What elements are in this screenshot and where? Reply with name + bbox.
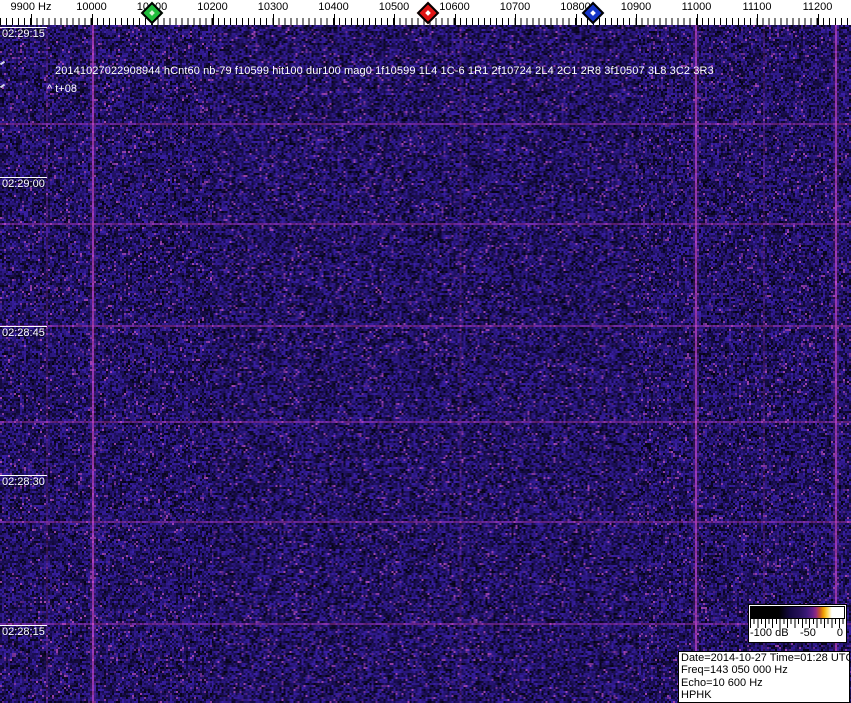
colorbar-gradient — [750, 606, 845, 619]
time-tick-label: 02:29:15 — [2, 28, 45, 40]
freq-tick-label: 10000 — [76, 1, 107, 13]
freq-major-tick — [455, 14, 456, 25]
marker-red-center — [425, 10, 431, 16]
time-offset-note: ^ t+08 — [47, 83, 77, 95]
colorbar-label-min: -100 dB — [750, 627, 789, 639]
info-date-time: Date=2014-10-27 Time=01:28 UTC — [681, 652, 847, 664]
freq-major-tick — [515, 14, 516, 25]
freq-major-tick — [818, 14, 819, 25]
info-frequency: Freq=143 050 000 Hz — [681, 664, 847, 676]
freq-tick-label: 10700 — [500, 1, 531, 13]
freq-tick-label: 11000 — [682, 1, 712, 13]
freq-tick-label: 10300 — [258, 1, 289, 13]
freq-major-tick — [576, 14, 577, 25]
colorbar-label-mid: -50 — [800, 627, 816, 639]
freq-tick-label: 10900 — [621, 1, 652, 13]
freq-major-tick — [636, 14, 637, 25]
freq-major-tick — [757, 14, 758, 25]
colorbar-legend: -100 dB -50 0 — [748, 604, 847, 643]
freq-tick-label: 10400 — [318, 1, 349, 13]
colorbar-labels: -100 dB -50 0 — [749, 628, 846, 640]
info-echo: Echo=10 600 Hz — [681, 677, 847, 689]
freq-major-tick — [31, 14, 32, 25]
status-info-box: Date=2014-10-27 Time=01:28 UTC Freq=143 … — [678, 651, 850, 703]
time-tick-label: 02:28:45 — [2, 327, 45, 339]
time-tick-label: 02:28:15 — [2, 626, 45, 638]
frequency-ruler[interactable]: 9900 Hz100001010010200103001040010500106… — [0, 0, 851, 25]
freq-major-tick — [92, 14, 93, 25]
freq-major-tick — [213, 14, 214, 25]
freq-major-tick — [697, 14, 698, 25]
marker-blue-center — [590, 10, 596, 16]
info-station-id: HPHK — [681, 689, 847, 701]
marker-green-center — [149, 10, 155, 16]
freq-tick-label: 11100 — [743, 1, 772, 13]
freq-tick-label: 11200 — [803, 1, 833, 13]
detection-readout: 20141027022908944 hCnt60 nb-79 f10599 hi… — [55, 65, 714, 77]
spectrogram-screen: 9900 Hz100001010010200103001040010500106… — [0, 0, 851, 703]
freq-tick-label: 9900 Hz — [11, 1, 52, 13]
freq-tick-label: 10600 — [439, 1, 470, 13]
freq-major-tick — [273, 14, 274, 25]
waterfall-canvas[interactable] — [0, 25, 851, 703]
time-tick-label: 02:28:30 — [2, 476, 45, 488]
time-tick-label: 02:29:00 — [2, 178, 45, 190]
freq-major-tick — [394, 14, 395, 25]
freq-major-tick — [334, 14, 335, 25]
freq-tick-label: 10500 — [379, 1, 410, 13]
colorbar-label-max: 0 — [837, 627, 843, 639]
freq-tick-label: 10200 — [197, 1, 228, 13]
